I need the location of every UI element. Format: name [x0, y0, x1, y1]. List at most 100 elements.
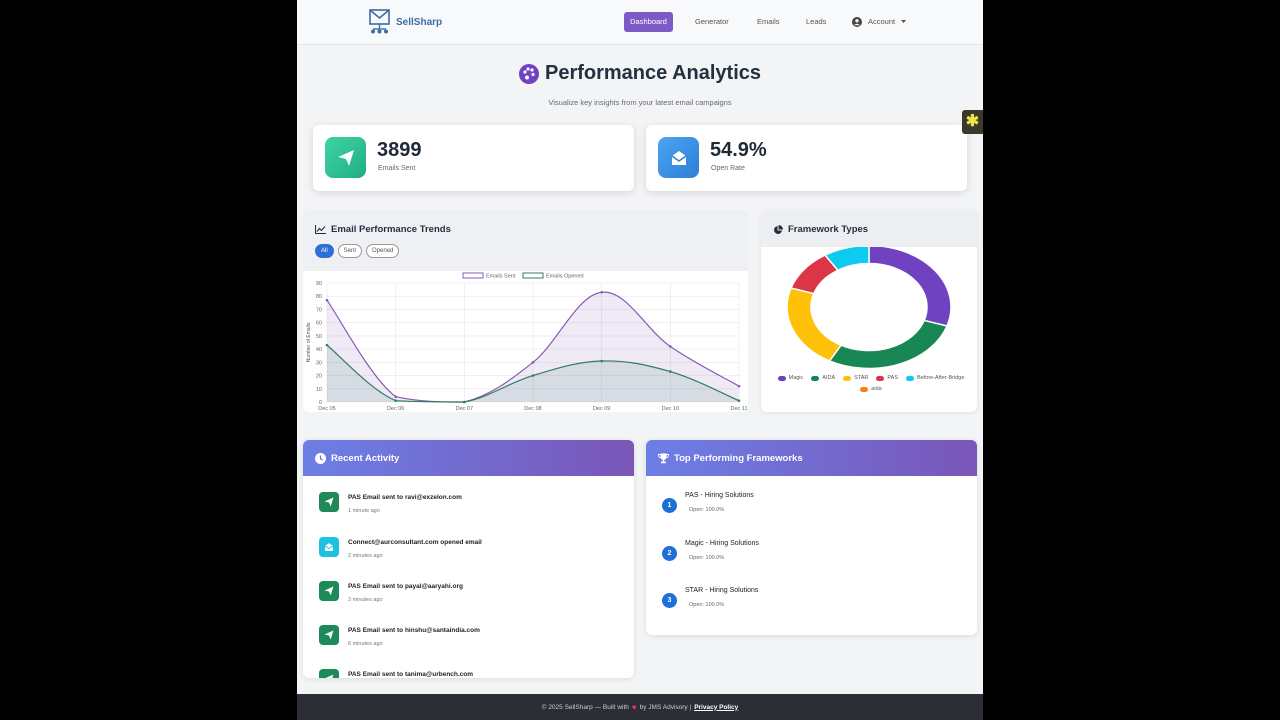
types-header: Framework Types [773, 224, 868, 235]
legend-item[interactable]: Before-After-Bridge [906, 375, 964, 381]
y-tick-label: 60 [316, 321, 322, 327]
nav-leads[interactable]: Leads [800, 12, 832, 32]
trophy-icon [658, 453, 669, 463]
activity-item[interactable]: PAS Email sent to payal@aaryahi.org 3 mi… [319, 581, 463, 603]
nav-dashboard[interactable]: Dashboard [624, 12, 673, 32]
paper-plane-icon [325, 137, 366, 178]
nav-generator[interactable]: Generator [689, 12, 735, 32]
data-point[interactable] [531, 374, 535, 377]
framework-open-rate: Open: 100.0% [689, 602, 725, 608]
filter-all-button[interactable]: All [315, 244, 334, 258]
legend-item[interactable]: aida [860, 386, 882, 392]
data-point[interactable] [669, 345, 672, 348]
data-point[interactable] [463, 400, 466, 404]
emails-sent-label: Emails Sent [378, 165, 416, 172]
user-circle-icon [852, 17, 862, 27]
y-tick-label: 40 [316, 347, 322, 353]
page-header: Performance Analytics [297, 62, 983, 85]
legend-label: AIDA [822, 375, 836, 381]
y-axis-label: Number of Emails [306, 322, 312, 362]
framework-donut-chart [786, 247, 952, 370]
side-widget-button[interactable]: ✱ [962, 110, 983, 134]
activity-time: 3 minutes ago [348, 597, 383, 603]
line-chart-icon [315, 225, 326, 234]
emails-sent-value: 3899 [377, 139, 422, 161]
page-footer: © 2025 SellSharp — Built with ♥ by JMS A… [297, 694, 983, 720]
legend-label[interactable]: Emails Opened [546, 274, 584, 280]
legend-item[interactable]: AIDA [811, 375, 835, 381]
activity-text: PAS Email sent to hinshu@santaindia.com [348, 627, 480, 634]
data-point[interactable] [531, 361, 535, 364]
open-rate-label: Open Rate [711, 165, 745, 172]
nav-emails[interactable]: Emails [751, 12, 786, 32]
x-tick-label: Dec 07 [456, 406, 473, 412]
stat-card-emails-sent: 3899 Emails Sent [313, 125, 634, 191]
filter-opened-button[interactable]: Opened [366, 244, 400, 258]
app-frame: SellSharp Dashboard Generator Emails Lea… [297, 0, 983, 720]
data-point[interactable] [394, 399, 397, 402]
types-title: Framework Types [788, 224, 869, 235]
legend-label: PAS [887, 375, 898, 381]
pie-chart-icon [774, 224, 783, 234]
page-title: Performance Analytics [544, 62, 761, 84]
data-point[interactable] [600, 359, 603, 363]
x-tick-label: Dec 08 [524, 406, 541, 412]
page-subtitle: Visualize key insights from your latest … [548, 98, 732, 107]
data-point[interactable] [325, 343, 329, 347]
activity-item[interactable]: PAS Email sent to hinshu@santaindia.com … [319, 625, 480, 647]
account-menu[interactable]: Account [846, 12, 912, 32]
legend-swatch [811, 375, 820, 381]
framework-rank-item[interactable]: 2 Magic - Hiring Solutions Open: 100.0% [662, 540, 759, 561]
paper-plane-icon [319, 581, 339, 601]
donut-slice[interactable] [828, 319, 949, 370]
privacy-policy-link[interactable]: Privacy Policy [694, 704, 738, 711]
trends-header: Email Performance Trends [315, 224, 451, 235]
donut-slice[interactable] [786, 287, 843, 362]
legend-item[interactable]: STAR [843, 375, 868, 381]
legend-item[interactable]: Magic [777, 375, 803, 381]
filter-sent-button[interactable]: Sent [337, 244, 363, 258]
legend-label[interactable]: Emails Sent [486, 274, 516, 280]
framework-open-rate: Open: 100.0% [689, 555, 725, 561]
activity-text: Connect@aurconsultant.com opened email [348, 539, 482, 546]
caret-down-icon [901, 20, 907, 23]
x-tick-label: Dec 05 [318, 406, 335, 412]
brand-logo[interactable]: SellSharp [369, 9, 442, 35]
x-tick-label: Dec 11 [730, 406, 747, 412]
top-frameworks-title: Top Performing Frameworks [674, 452, 803, 464]
legend-label: Before-After-Bridge [917, 375, 965, 381]
y-tick-label: 80 [316, 294, 322, 300]
top-navbar: SellSharp Dashboard Generator Emails Lea… [297, 0, 983, 45]
framework-rank-item[interactable]: 1 PAS - Hiring Solutions Open: 100.0% [662, 492, 754, 513]
activity-item[interactable]: Connect@aurconsultant.com opened email 2… [319, 537, 482, 559]
recent-activity-card: Recent Activity PAS Email sent to ravi@e… [303, 440, 634, 678]
asterisk-icon: ✱ [965, 113, 980, 130]
y-tick-label: 20 [316, 374, 322, 380]
data-point[interactable] [737, 384, 741, 388]
trends-line-chart: 0102030405060708090Dec 05 Dec 06 Dec 07 Dec… [303, 271, 748, 412]
data-point[interactable] [669, 370, 672, 373]
x-tick-label: Dec 06 [387, 406, 404, 412]
activity-item[interactable]: PAS Email sent to ravi@exzelon.com 1 min… [319, 492, 462, 514]
donut-slice[interactable] [868, 247, 952, 327]
rank-badge: 1 [662, 498, 677, 513]
data-point[interactable] [600, 290, 603, 294]
legend-swatch [876, 375, 885, 381]
framework-name: STAR - Hiring Solutions [685, 587, 759, 594]
open-rate-value: 54.9% [710, 139, 767, 161]
data-point[interactable] [325, 298, 329, 302]
paper-plane-icon [319, 625, 339, 645]
data-point[interactable] [737, 399, 741, 402]
data-point[interactable] [394, 395, 397, 399]
paper-plane-icon [319, 669, 339, 678]
legend-item[interactable]: PAS [876, 375, 898, 381]
framework-rank-item[interactable]: 3 STAR - Hiring Solutions Open: 100.0% [662, 587, 758, 608]
activity-item[interactable]: PAS Email sent to tanima@urbench.com [319, 669, 473, 678]
legend-swatch [777, 375, 786, 381]
activity-title: Recent Activity [331, 452, 400, 464]
rank-badge: 2 [662, 546, 677, 561]
trends-title: Email Performance Trends [331, 224, 451, 235]
x-tick-label: Dec 09 [593, 406, 610, 412]
legend-swatch [843, 375, 852, 381]
types-legend: Magic AIDA STAR PAS Before-After-Bridge aida [769, 375, 973, 392]
